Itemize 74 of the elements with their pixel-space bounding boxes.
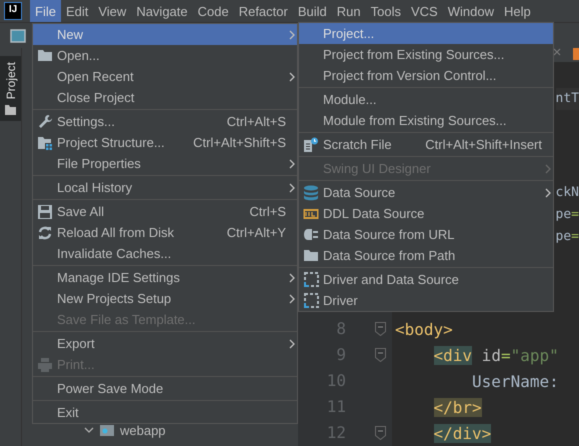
menu-item[interactable]: Scratch File Ctrl+Alt+Shift+Insert: [299, 134, 553, 155]
menu-item[interactable]: Open Recent: [33, 66, 297, 87]
close-icon[interactable]: [553, 48, 561, 56]
menu-item[interactable]: Save All Ctrl+S: [33, 201, 297, 222]
app-logo[interactable]: IJ: [4, 2, 22, 20]
menu-bar-item[interactable]: Code: [192, 0, 234, 22]
shortcut-label: Ctrl+Alt+Y: [226, 225, 286, 240]
menu-item[interactable]: Module...: [299, 89, 553, 110]
menu-item[interactable]: Invalidate Caches...: [33, 243, 297, 264]
menu-bar-item[interactable]: Run: [332, 0, 366, 22]
wrench-icon: [38, 114, 52, 129]
menu-bar-item[interactable]: Edit: [60, 0, 94, 22]
chevron-down-icon[interactable]: [84, 426, 94, 434]
code-line: ckN: [556, 184, 579, 202]
menu-bar-item[interactable]: Navigate: [131, 0, 193, 22]
menu-item[interactable]: Project...: [299, 23, 553, 44]
menu-bar-item[interactable]: VCS: [406, 0, 443, 22]
code-line: pe=: [556, 228, 579, 246]
plug-icon: [304, 228, 318, 241]
dashed-square-icon: [304, 272, 318, 287]
database-icon: [304, 184, 318, 200]
menu-item[interactable]: Project from Existing Sources...: [299, 44, 553, 65]
code-line: UserName:: [471, 372, 559, 390]
menu-item[interactable]: Manage IDE Settings: [33, 267, 297, 288]
menu-item[interactable]: File Properties: [33, 153, 297, 174]
menu-item[interactable]: Open...: [33, 45, 297, 66]
document-clock-icon: [303, 136, 319, 152]
code-line: pe=: [556, 206, 579, 224]
menu-bar-item[interactable]: Help: [498, 0, 536, 22]
shortcut-label: Ctrl+S: [250, 204, 286, 219]
menu-bar-item[interactable]: Refactor: [234, 0, 293, 22]
menu-item[interactable]: Exit: [33, 402, 297, 423]
menu-item[interactable]: Local History: [33, 177, 297, 198]
menu-item[interactable]: Power Save Mode: [33, 378, 297, 399]
fold-marker-icon[interactable]: [375, 426, 386, 440]
menu-item[interactable]: Close Project: [33, 87, 297, 108]
code-line: <div id="app": [432, 346, 559, 364]
menu-item[interactable]: Settings... Ctrl+Alt+S: [33, 111, 297, 132]
menu-item[interactable]: New Projects Setup: [33, 288, 297, 309]
tree-item[interactable]: webapp: [120, 422, 166, 438]
label-box-icon: [303, 208, 319, 220]
shortcut-label: Ctrl+Alt+Shift+S: [193, 135, 286, 150]
folder-icon: [5, 105, 16, 116]
folder-icon: [303, 249, 319, 262]
menu-item[interactable]: Data Source: [299, 182, 553, 203]
menu-item[interactable]: New: [33, 24, 297, 45]
menu-item[interactable]: Reload All from Disk Ctrl+Alt+Y: [33, 222, 297, 243]
menu-item[interactable]: Module from Existing Sources...: [299, 110, 553, 131]
shortcut-label: Ctrl+Alt+S: [226, 114, 286, 129]
reload-icon: [38, 226, 52, 240]
fold-marker-icon[interactable]: [375, 348, 386, 362]
menu-item[interactable]: Export: [33, 333, 297, 354]
folder-grid-icon: [37, 136, 53, 150]
menu-bar-item[interactable]: Tools: [366, 0, 406, 22]
menu-item[interactable]: Data Source from Path: [299, 245, 553, 266]
menu-item[interactable]: Project from Version Control...: [299, 65, 553, 86]
code-line: <body>: [394, 320, 453, 338]
printer-icon: [38, 358, 52, 372]
window-icon[interactable]: [10, 28, 26, 42]
menu-item[interactable]: Driver and Data Source: [299, 269, 553, 290]
save-icon: [38, 204, 52, 218]
menu-item[interactable]: Driver: [299, 290, 553, 311]
menu-item[interactable]: DDL Data Source: [299, 203, 553, 224]
menu-bar-item[interactable]: Window: [442, 0, 499, 22]
menu-item[interactable]: Project Structure... Ctrl+Alt+Shift+S: [33, 132, 297, 153]
fold-marker-icon[interactable]: [375, 322, 386, 336]
dashed-square-icon: [304, 293, 318, 308]
menu-item[interactable]: Data Source from URL: [299, 224, 553, 245]
folder-icon: [100, 424, 114, 436]
menu-bar-item[interactable]: View: [93, 0, 132, 22]
tool-window-tab[interactable]: Project: [0, 56, 21, 122]
menu-bar-item[interactable]: File: [30, 0, 61, 22]
menu-bar-item[interactable]: Build: [292, 0, 332, 22]
shortcut-label: Ctrl+Alt+Shift+Insert: [425, 137, 542, 152]
